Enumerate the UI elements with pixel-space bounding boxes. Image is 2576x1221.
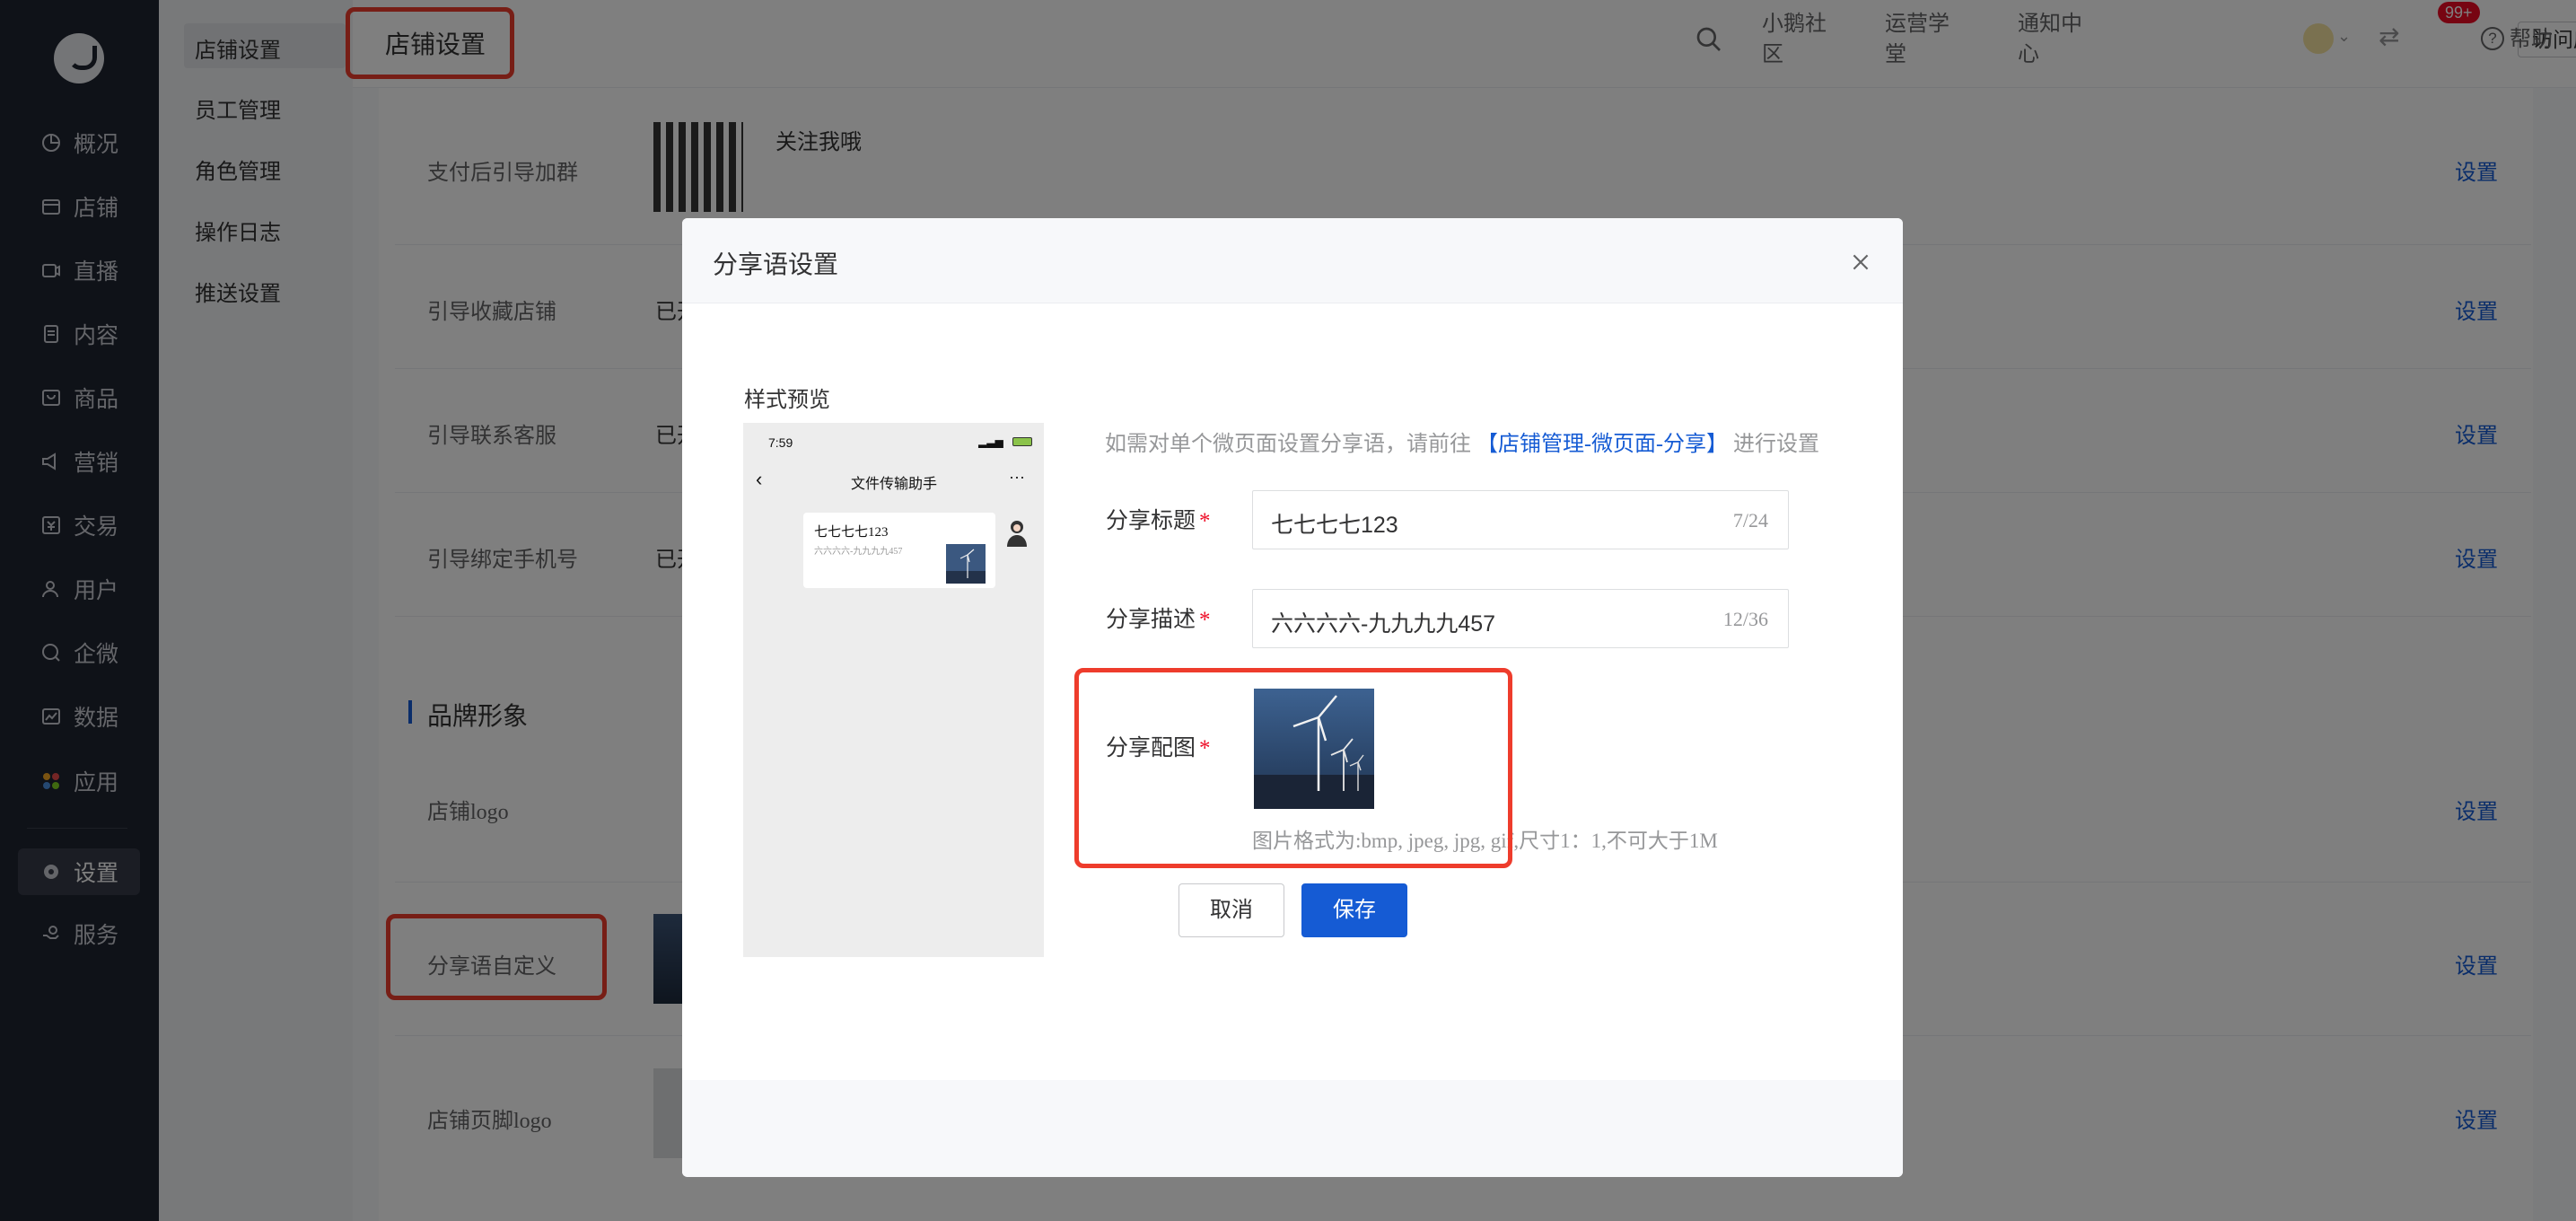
card-image: [946, 544, 986, 584]
chat-title: 文件传输助手: [851, 477, 938, 492]
phone-nav-bar: ‹ 文件传输助手 ···: [743, 459, 1044, 502]
card-title: 七七七七123: [814, 525, 889, 540]
back-icon: ‹: [756, 468, 763, 490]
per-page-hint: 如需对单个微页面设置分享语，请前往 【店铺管理-微页面-分享】 进行设置: [1105, 426, 1819, 457]
input-value: 七七七七123: [1271, 513, 1398, 538]
share-desc-input[interactable]: 六六六六-九九九九457 12/36: [1252, 589, 1789, 648]
hint-text: 如需对单个微页面设置分享语，请前往: [1105, 433, 1471, 456]
save-button[interactable]: 保存: [1301, 883, 1407, 937]
close-icon[interactable]: [1849, 250, 1872, 274]
hint-text: 进行设置: [1732, 433, 1819, 456]
required-mark: *: [1199, 608, 1211, 632]
phone-time: 7:59: [768, 435, 793, 450]
annotation-box-share-image: [1074, 668, 1512, 868]
required-mark: *: [1199, 509, 1211, 533]
signal-icon: ▂▃▅: [978, 435, 1003, 448]
char-counter: 12/36: [1722, 608, 1768, 630]
input-value: 六六六六-九九九九457: [1271, 611, 1496, 637]
share-card-preview: 七七七七123 六六六六-九九九九457: [803, 513, 995, 588]
sender-avatar: [1002, 516, 1032, 547]
share-desc-label: 分享描述 *: [1106, 602, 1211, 634]
battery-icon: [1012, 437, 1032, 446]
card-desc: 六六六六-九九九九457: [814, 547, 903, 557]
share-title-label: 分享标题 *: [1106, 503, 1211, 535]
more-icon: ···: [1009, 468, 1025, 486]
cancel-button[interactable]: 取消: [1178, 883, 1284, 937]
phone-preview: 7:59 ▂▃▅ ‹ 文件传输助手 ··· 七七七七123 六六六六-九九九九4…: [743, 423, 1044, 957]
dialog-title: 分享语设置: [713, 250, 839, 278]
micro-page-share-link[interactable]: 【店铺管理-微页面-分享】: [1476, 433, 1728, 456]
phone-status-bar: 7:59 ▂▃▅: [743, 423, 1044, 459]
preview-label: 样式预览: [744, 389, 830, 412]
dialog-footer: [682, 1080, 1903, 1177]
label-text: 分享标题: [1106, 509, 1196, 533]
share-title-input[interactable]: 七七七七123 7/24: [1252, 490, 1789, 549]
label-text: 分享描述: [1106, 608, 1196, 632]
dialog-header: 分享语设置: [682, 218, 1903, 303]
char-counter: 7/24: [1732, 509, 1768, 531]
